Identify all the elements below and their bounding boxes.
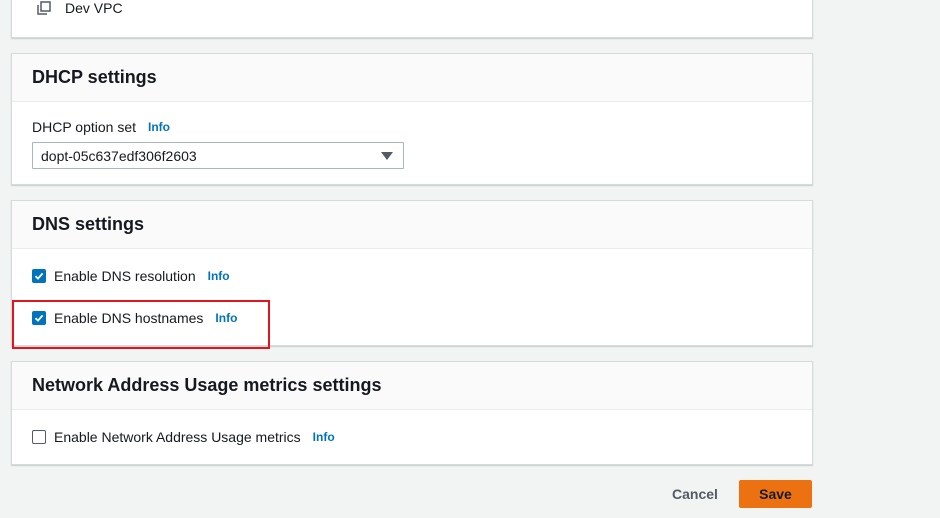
copy-icon[interactable] bbox=[37, 1, 51, 15]
checkmark-icon bbox=[34, 314, 44, 322]
dhcp-option-set-label-row: DHCP option set Info bbox=[32, 119, 170, 135]
dns-hostnames-row: Enable DNS hostnames Info bbox=[32, 310, 237, 326]
save-button[interactable]: Save bbox=[739, 480, 812, 508]
dns-resolution-label: Enable DNS resolution bbox=[54, 268, 196, 284]
dns-resolution-row: Enable DNS resolution Info bbox=[32, 268, 230, 284]
dns-settings-panel: DNS settings Enable DNS resolution Info … bbox=[11, 200, 813, 346]
dns-settings-header: DNS settings bbox=[12, 201, 812, 249]
dhcp-option-set-value: dopt-05c637edf306f2603 bbox=[41, 147, 197, 164]
checkmark-icon bbox=[34, 272, 44, 280]
vpc-edit-settings-page: Dev VPC DHCP settings DHCP option set In… bbox=[0, 0, 940, 518]
vpc-name: Dev VPC bbox=[65, 0, 123, 16]
dhcp-option-set-label: DHCP option set bbox=[32, 119, 137, 135]
nau-metrics-settings-header: Network Address Usage metrics settings bbox=[12, 362, 812, 410]
dns-hostnames-info-link[interactable]: Info bbox=[215, 311, 237, 325]
cancel-button[interactable]: Cancel bbox=[662, 480, 728, 508]
nau-metrics-checkbox[interactable] bbox=[32, 430, 46, 444]
vpc-details-panel: Dev VPC bbox=[11, 0, 813, 38]
dhcp-option-set-select[interactable]: dopt-05c637edf306f2603 bbox=[32, 142, 404, 169]
nau-metrics-info-link[interactable]: Info bbox=[313, 430, 335, 444]
dns-resolution-info-link[interactable]: Info bbox=[208, 269, 230, 283]
nau-metrics-settings-panel: Network Address Usage metrics settings E… bbox=[11, 361, 813, 465]
vpc-name-row: Dev VPC bbox=[37, 0, 123, 16]
nau-metrics-settings-title: Network Address Usage metrics settings bbox=[32, 375, 382, 395]
dhcp-settings-title: DHCP settings bbox=[32, 67, 157, 87]
dhcp-settings-header: DHCP settings bbox=[12, 54, 812, 102]
dhcp-info-link[interactable]: Info bbox=[148, 120, 170, 134]
dns-settings-title: DNS settings bbox=[32, 214, 145, 234]
dns-hostnames-label: Enable DNS hostnames bbox=[54, 310, 204, 326]
dhcp-settings-panel: DHCP settings DHCP option set Info dopt-… bbox=[11, 53, 813, 185]
nau-metrics-label: Enable Network Address Usage metrics bbox=[54, 429, 301, 445]
dns-hostnames-checkbox[interactable] bbox=[32, 311, 46, 325]
nau-metrics-row: Enable Network Address Usage metrics Inf… bbox=[32, 429, 335, 445]
dns-resolution-checkbox[interactable] bbox=[32, 269, 46, 283]
caret-down-icon bbox=[381, 152, 393, 160]
